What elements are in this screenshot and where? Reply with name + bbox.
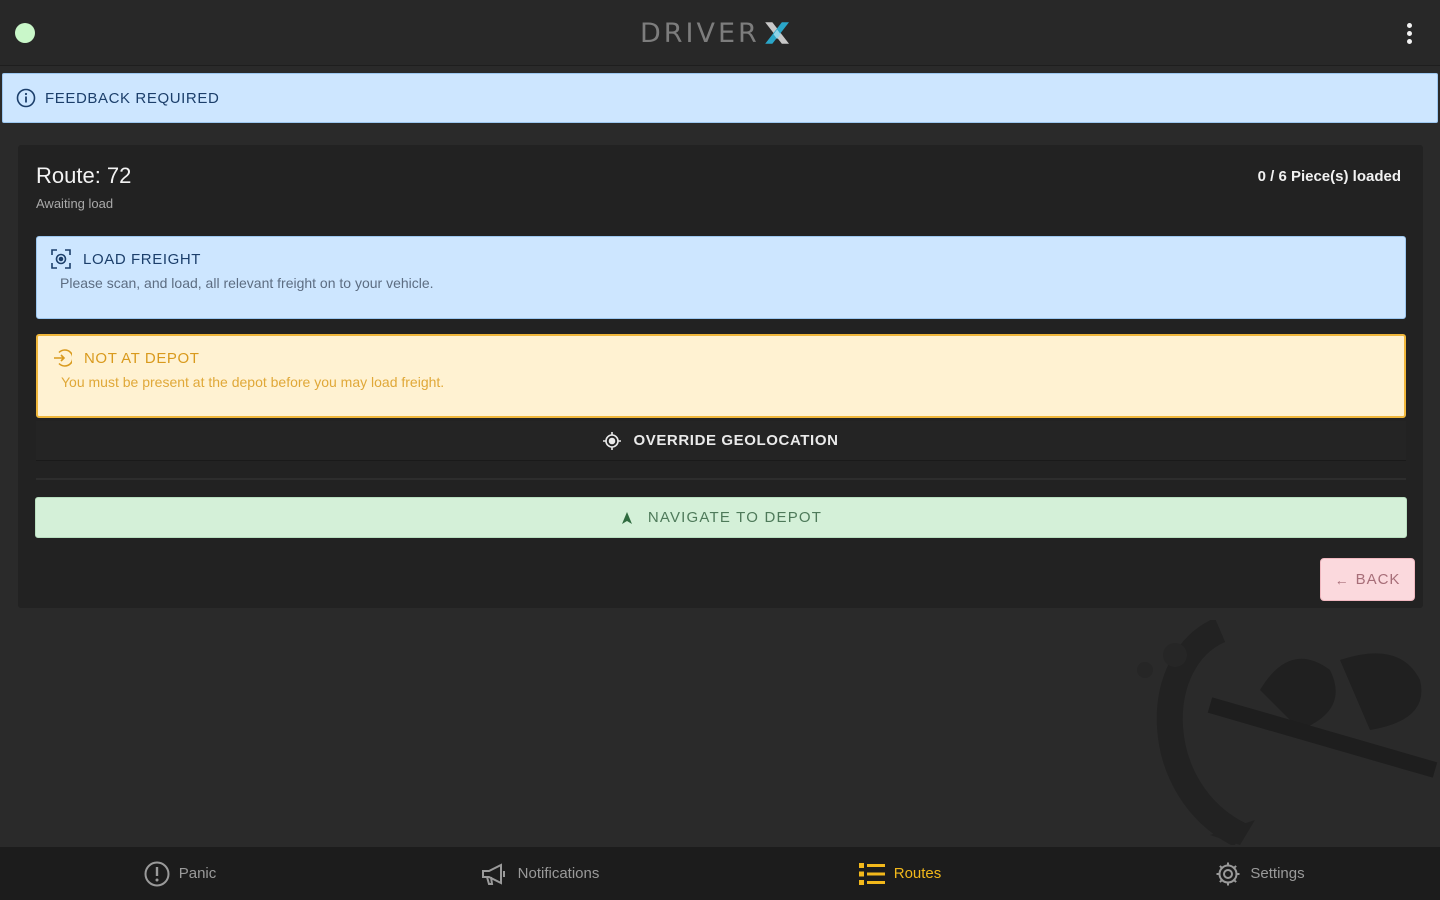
- nav-notifications[interactable]: Notifications: [360, 847, 720, 900]
- app-root: DRIVER FEEDBACK REQUIRED Route: 72 Await: [0, 0, 1440, 900]
- enter-icon: [52, 348, 72, 368]
- override-geolocation-label: OVERRIDE GEOLOCATION: [633, 432, 839, 449]
- nav-settings[interactable]: Settings: [1080, 847, 1440, 900]
- not-at-depot-title: NOT AT DEPOT: [84, 349, 200, 367]
- top-bar: DRIVER: [0, 0, 1440, 66]
- app-logo: DRIVER: [640, 12, 790, 54]
- back-button[interactable]: ← BACK: [1320, 558, 1415, 601]
- kebab-dot-icon: [1406, 22, 1412, 28]
- nav-panic[interactable]: Panic: [0, 847, 360, 900]
- megaphone-icon: [481, 862, 509, 886]
- nav-notifications-label: Notifications: [517, 865, 600, 882]
- logo-x-mark-icon: [765, 22, 789, 44]
- feedback-required-banner[interactable]: FEEDBACK REQUIRED: [2, 73, 1438, 123]
- overflow-menu-button[interactable]: [1398, 18, 1420, 48]
- navigate-to-depot-label: NAVIGATE TO DEPOT: [647, 509, 823, 526]
- scan-icon: [51, 249, 71, 269]
- bottom-navigation: Panic Notifications Routes Settings: [0, 847, 1440, 900]
- nav-settings-label: Settings: [1250, 865, 1305, 882]
- back-label: BACK: [1355, 571, 1401, 588]
- arrow-left-icon: ←: [1334, 571, 1350, 588]
- company-watermark-logo: [1137, 620, 1438, 845]
- kebab-dot-icon: [1406, 30, 1412, 36]
- route-status: Awaiting load: [36, 196, 114, 211]
- route-title: Route: 72: [36, 163, 132, 188]
- load-freight-title: LOAD FREIGHT: [83, 250, 202, 268]
- kebab-dot-icon: [1406, 38, 1412, 44]
- load-freight-alert: LOAD FREIGHT Please scan, and load, all …: [36, 236, 1406, 319]
- gear-icon: [1215, 861, 1241, 887]
- override-geolocation-button[interactable]: OVERRIDE GEOLOCATION: [36, 421, 1406, 461]
- list-icon: [858, 862, 885, 886]
- feedback-label: FEEDBACK REQUIRED: [45, 89, 220, 107]
- load-freight-message: Please scan, and load, all relevant frei…: [60, 275, 434, 291]
- pieces-loaded-count: 0 / 6 Piece(s) loaded: [1257, 168, 1401, 185]
- nav-panic-label: Panic: [178, 865, 217, 882]
- not-at-depot-alert: NOT AT DEPOT You must be present at the …: [36, 334, 1406, 418]
- nav-routes[interactable]: Routes: [720, 847, 1080, 900]
- route-card: Route: 72 Awaiting load 0 / 6 Piece(s) l…: [18, 145, 1423, 608]
- divider: [36, 478, 1406, 480]
- info-circle-icon: [16, 88, 36, 108]
- not-at-depot-message: You must be present at the depot before …: [61, 374, 445, 390]
- logo-text: DRIVER: [640, 17, 760, 49]
- crosshair-icon: [603, 431, 622, 450]
- connection-status-dot: [15, 23, 35, 43]
- navigate-to-depot-button[interactable]: NAVIGATE TO DEPOT: [35, 497, 1407, 538]
- nav-routes-label: Routes: [893, 865, 942, 882]
- navigation-arrow-icon: [620, 511, 634, 525]
- panic-icon: [144, 861, 170, 887]
